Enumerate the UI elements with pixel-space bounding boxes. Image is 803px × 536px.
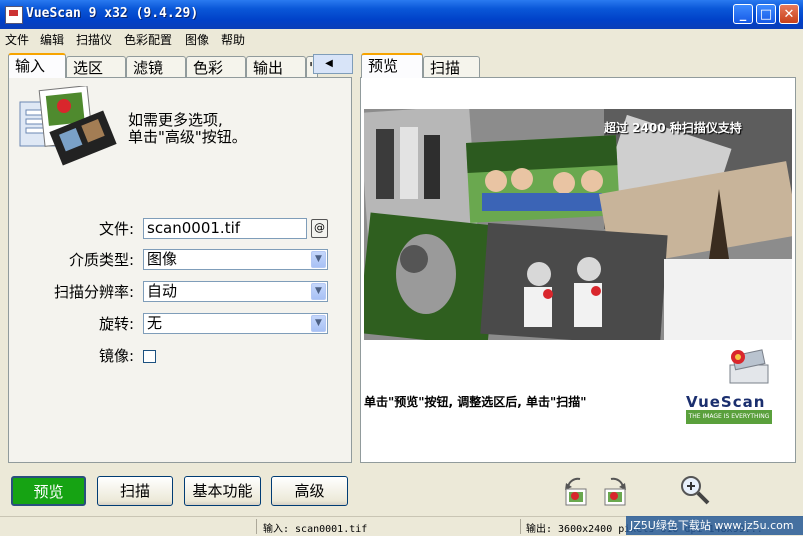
tab-scan[interactable]: 扫描: [423, 56, 480, 78]
scan-button[interactable]: 扫描: [97, 476, 173, 506]
mirror-label: 镜像:: [98, 347, 134, 365]
rotate-right-icon[interactable]: [601, 475, 631, 507]
promo-collage: 超过 2400 种扫描仪支持: [364, 109, 792, 340]
menu-scanner[interactable]: 扫描仪: [76, 31, 112, 48]
menu-bar: 文件 编辑 扫描仪 色彩配置 图像 帮助: [0, 29, 803, 49]
menu-edit[interactable]: 编辑: [40, 31, 64, 48]
status-divider: [520, 519, 521, 534]
resolution-value: 自动: [147, 282, 178, 300]
menu-help[interactable]: 帮助: [221, 31, 245, 48]
status-input: 输入: scan0001.tif: [263, 524, 368, 535]
advanced-hint: 如需更多选项, 单击"高级"按钮。: [128, 112, 247, 146]
site-watermark: JZ5U绿色下载站 www.jz5u.com: [626, 516, 803, 535]
mirror-checkbox[interactable]: [143, 350, 156, 363]
chevron-down-icon[interactable]: ▼: [311, 283, 326, 300]
tab-scroll-arrows[interactable]: ◀ ▶: [313, 54, 353, 87]
resolution-label: 扫描分辨率:: [53, 283, 134, 301]
rotation-value: 无: [147, 314, 163, 332]
promo-banner-text: 超过 2400 种扫描仪支持: [604, 121, 742, 135]
title-bar: VueScan 9 x32 (9.4.29) _ □ ✕: [0, 0, 803, 29]
hint-line-2: 单击"高级"按钮。: [128, 128, 247, 146]
media-type-value: 图像: [147, 250, 178, 268]
tab-color[interactable]: 色彩: [186, 56, 246, 78]
vuescan-logo: VueScan: [686, 393, 766, 411]
tab-input[interactable]: 输入: [8, 53, 66, 78]
tab-preview[interactable]: 预览: [361, 53, 423, 78]
hint-line-1: 如需更多选项,: [128, 111, 223, 129]
rotate-left-icon[interactable]: [560, 475, 590, 507]
close-button[interactable]: ✕: [779, 4, 799, 24]
tab-crop[interactable]: 选区: [66, 56, 126, 78]
advanced-mode-button[interactable]: 高级: [271, 476, 348, 506]
file-options-button[interactable]: @: [311, 219, 328, 238]
preview-button[interactable]: 预览: [11, 476, 86, 506]
tab-output[interactable]: 输出: [246, 56, 306, 78]
maximize-button[interactable]: □: [756, 4, 776, 24]
minimize-button[interactable]: _: [733, 4, 753, 24]
preview-instruction: 单击"预览"按钮, 调整选区后, 单击"扫描": [364, 395, 587, 409]
rotation-label: 旋转:: [98, 315, 134, 333]
zoom-in-icon[interactable]: [678, 474, 714, 508]
file-label: 文件:: [98, 220, 134, 238]
window-title: VueScan 9 x32 (9.4.29): [26, 6, 199, 21]
app-icon[interactable]: [5, 6, 23, 24]
menu-file[interactable]: 文件: [5, 31, 29, 48]
resolution-select[interactable]: 自动 ▼: [143, 281, 328, 302]
chevron-down-icon[interactable]: ▼: [311, 251, 326, 268]
file-name-input[interactable]: scan0001.tif: [143, 218, 307, 239]
scanner-logo-icon: [729, 349, 769, 384]
rotation-select[interactable]: 无 ▼: [143, 313, 328, 334]
chevron-down-icon[interactable]: ▼: [311, 315, 326, 332]
scanner-options-icon: [19, 86, 117, 166]
basic-mode-button[interactable]: 基本功能: [184, 476, 261, 506]
media-type-label: 介质类型:: [68, 251, 134, 269]
logo-tagline: THE IMAGE IS EVERYTHING: [686, 410, 772, 424]
menu-image[interactable]: 图像: [185, 31, 209, 48]
media-type-select[interactable]: 图像 ▼: [143, 249, 328, 270]
menu-color-profile[interactable]: 色彩配置: [124, 31, 172, 48]
tab-filter[interactable]: 滤镜: [126, 56, 186, 78]
status-divider: [256, 519, 257, 534]
photo-collage-image: [364, 109, 792, 340]
